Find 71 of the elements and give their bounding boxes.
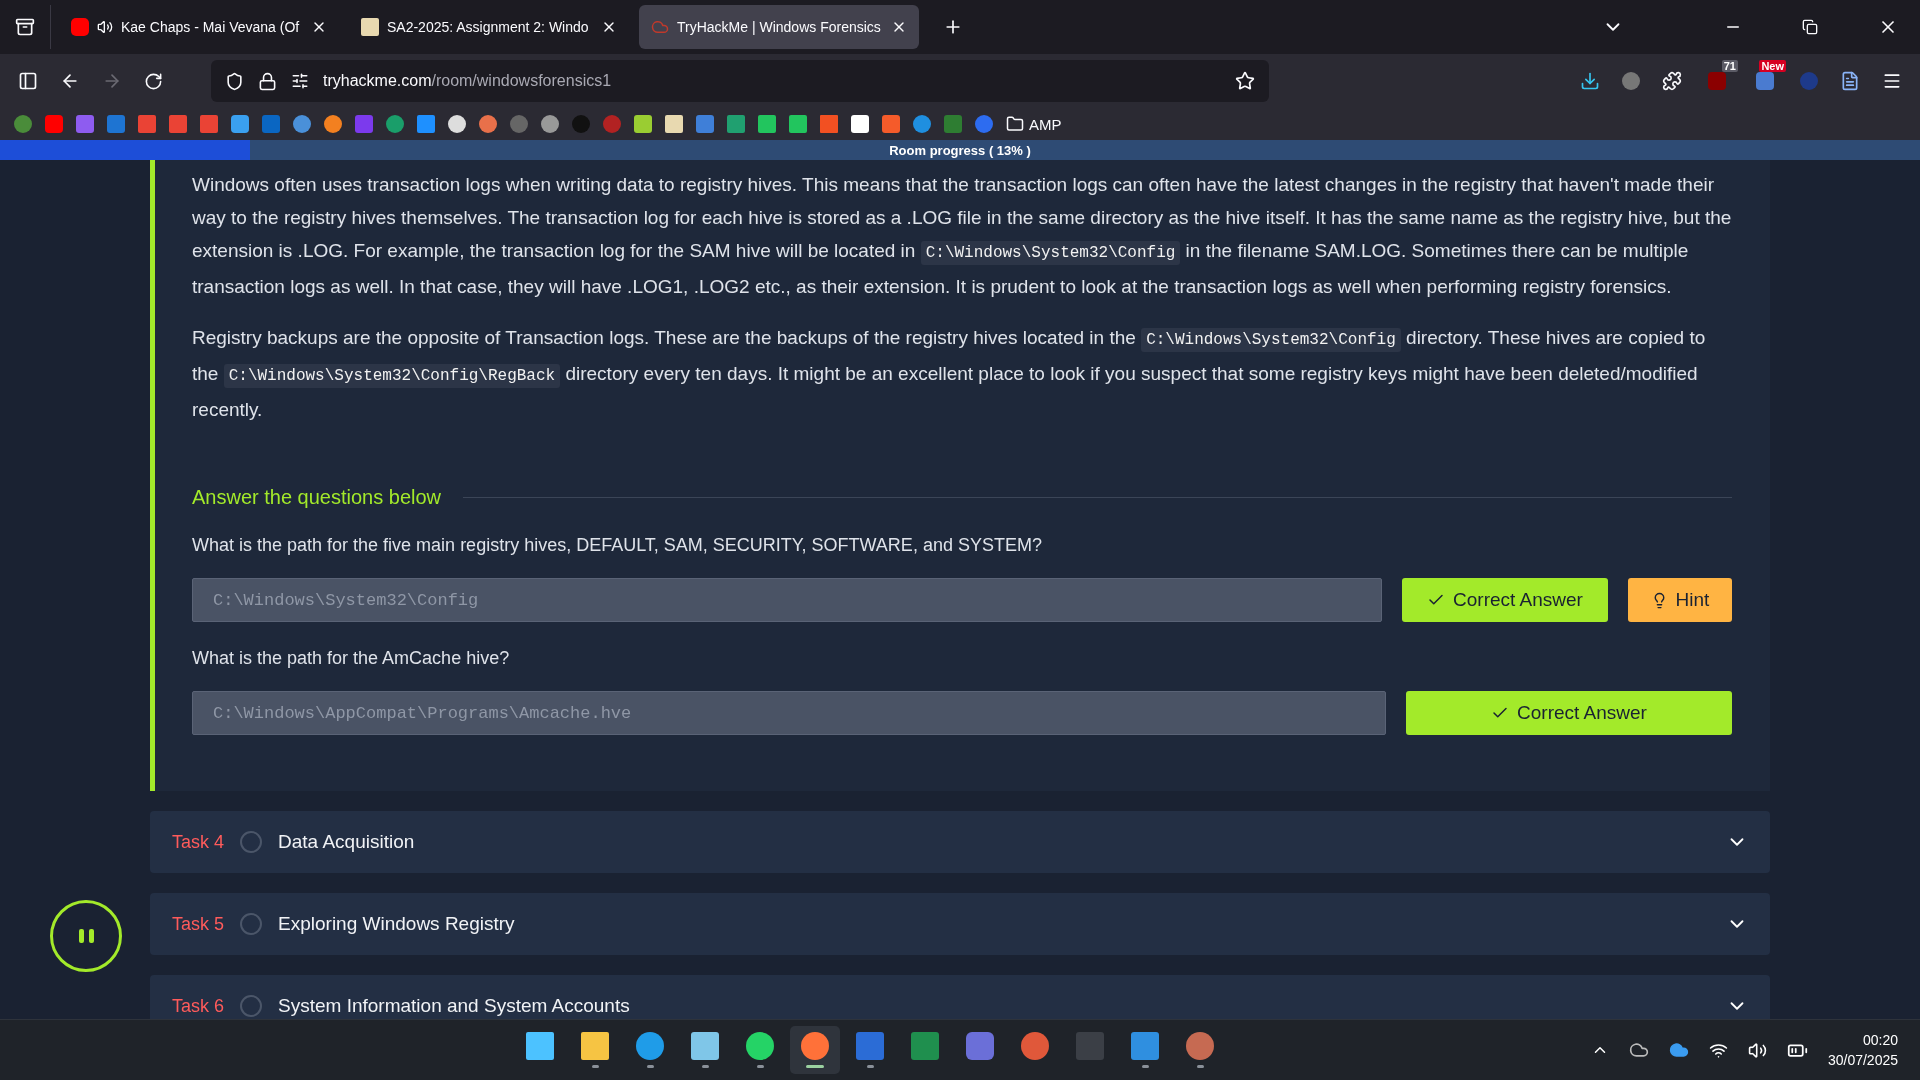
sidebar-icon[interactable] <box>18 71 38 91</box>
task-number: Task 6 <box>172 995 225 1017</box>
task-number: Task 5 <box>172 913 225 935</box>
task-row[interactable]: Task 5 Exploring Windows Registry <box>150 893 1770 955</box>
cloud-icon[interactable] <box>1668 1040 1689 1060</box>
inline-code: C:\Windows\System32\Config\RegBack <box>223 364 561 388</box>
bookmark-icon[interactable] <box>293 115 311 133</box>
browser-tab[interactable]: Kae Chaps - Mai Vevana (Of <box>59 5 339 49</box>
folder-icon <box>1006 115 1024 133</box>
menu-icon[interactable] <box>1882 71 1902 91</box>
taskbar-app[interactable] <box>790 1026 841 1074</box>
app-icon <box>1186 1032 1215 1060</box>
bookmark-icon[interactable] <box>479 115 497 133</box>
shield-icon[interactable] <box>225 71 244 91</box>
question-text: What is the path for the AmCache hive? <box>192 648 511 669</box>
correct-answer-button[interactable]: Correct Answer <box>1406 691 1732 735</box>
task-row[interactable]: Task 6 System Information and System Accounts <box>150 975 1770 1019</box>
app-icon <box>1131 1032 1160 1060</box>
browser-tab[interactable]: SA2-2025: Assignment 2: Windo <box>349 5 629 49</box>
app-icon <box>526 1032 555 1060</box>
speaker-icon[interactable] <box>1747 1040 1767 1060</box>
address-bar[interactable]: tryhackme.com/room/windowsforensics1 <box>211 60 1269 102</box>
app-icon <box>1021 1032 1050 1060</box>
correct-answer-button[interactable]: Correct Answer <box>1402 578 1608 622</box>
app-icon <box>746 1032 775 1060</box>
puzzle-icon[interactable] <box>1662 71 1682 91</box>
permissions-icon[interactable] <box>291 72 309 90</box>
tab-title: SA2-2025: Assignment 2: Windo <box>387 19 590 35</box>
app-icon <box>1076 1032 1105 1060</box>
tab-title: Kae Chaps - Mai Vevana (Of <box>121 19 301 35</box>
download-icon[interactable] <box>1580 71 1600 91</box>
cloud-icon[interactable] <box>1628 1040 1649 1060</box>
tab-title: TryHackMe | Windows Forensics <box>677 19 882 35</box>
bookmark-folder[interactable]: AMP <box>1006 115 1062 133</box>
tab-list-icon[interactable] <box>15 17 35 37</box>
bookmark-icon[interactable] <box>324 115 342 133</box>
extension-icon[interactable] <box>1756 72 1774 90</box>
extension-badge: New <box>1759 60 1786 72</box>
app-icon <box>691 1032 720 1060</box>
clock[interactable]: 00:20 30/07/2025 <box>1827 1030 1898 1070</box>
speaker-icon[interactable] <box>97 19 113 35</box>
document-icon[interactable] <box>1840 71 1860 91</box>
paragraph: Windows often uses transaction logs when writing data to registry hives. This means that the transaction logs can often have the latest changes in the registry that haven't made their way to the registry hives themselves. The transaction log for each hive is stored as a .LOG file in the same directory as the hive itself. It has the same name as the registry hive, but the extension is .LOG. For example, the transaction log for the SAM hive will be located in C:\Windows\System32\Config in the filename SAM.LOG. Sometimes there can be multiple transaction logs as well. In that case, they will have .LOG1, .LOG2 etc., as their extension. It is prudent to look at the transaction logs as well when performing registry forensics. <box>192 173 1732 299</box>
lock-icon[interactable] <box>258 71 277 91</box>
app-icon <box>911 1032 940 1060</box>
app-icon <box>801 1032 830 1060</box>
avatar-icon[interactable] <box>1622 72 1640 90</box>
extension-badge: 71 <box>1721 60 1738 72</box>
hint-button[interactable]: Hint <box>1628 578 1732 622</box>
app-icon <box>581 1032 610 1060</box>
progress-label: Room progress ( 13% ) <box>889 142 1031 158</box>
star-icon[interactable] <box>1235 71 1255 91</box>
task-title: Data Acquisition <box>278 831 416 853</box>
task-number: Task 4 <box>172 831 225 853</box>
paragraph: Registry backups are the opposite of Transaction logs. These are the backups of the registry hives located in the C:\Windows\System32\Config directory. These hives are copied to the C:\Windows\System32\Config\RegBack directory every ten days. It might be an excellent place to look if you suspect that some registry keys might have been deleted/modified recently. <box>192 326 1707 422</box>
bookmark-icon[interactable] <box>541 115 559 133</box>
section-heading: Answer the questions below <box>192 486 442 509</box>
task-row[interactable]: Task 4 Data Acquisition <box>150 811 1770 873</box>
browser-tab[interactable]: TryHackMe | Windows Forensics <box>639 5 919 49</box>
question-text: What is the path for the five main registry hives, DEFAULT, SAM, SECURITY, SOFTWARE, and SYSTEM? <box>192 535 1043 556</box>
inline-code: C:\Windows\System32\Config <box>920 241 1181 265</box>
task-title: System Information and System Accounts <box>278 995 631 1017</box>
app-icon <box>856 1032 885 1060</box>
bookmark-icon[interactable] <box>448 115 466 133</box>
app-icon <box>966 1032 995 1060</box>
inline-code: C:\Windows\System32\Config <box>1141 328 1401 352</box>
restore-icon[interactable] <box>1802 19 1818 35</box>
app-icon <box>636 1032 665 1060</box>
task-title: Exploring Windows Registry <box>278 913 516 935</box>
reload-icon[interactable] <box>144 71 163 91</box>
cloud-icon <box>651 18 669 36</box>
